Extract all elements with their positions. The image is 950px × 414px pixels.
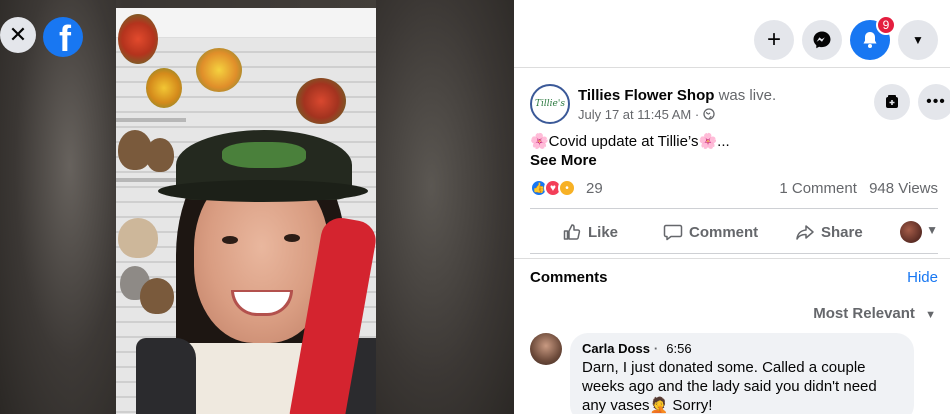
comments-title: Comments (530, 269, 608, 286)
comment-button[interactable]: Comment (663, 217, 758, 247)
save-icon (886, 95, 898, 108)
page-avatar[interactable]: Tillie's (530, 84, 570, 124)
post-stats: 1 Comment 948 Views (771, 180, 938, 197)
page-name[interactable]: Tillies Flower Shop (578, 87, 714, 104)
caret-down-icon: ▼ (912, 33, 924, 47)
post-header: Tillie's Tillies Flower Shop was live. J… (530, 84, 950, 128)
live-status: was live. (718, 87, 777, 104)
commenter-avatar[interactable] (530, 333, 562, 365)
messenger-icon (813, 31, 831, 49)
comments-section: Comments Hide Most Relevant ▼ Carla Doss… (514, 258, 950, 414)
presenter (136, 68, 376, 414)
post-text: 🌸Covid update at Tillie’s🌸... (530, 133, 730, 150)
messenger-button[interactable] (802, 20, 842, 60)
close-button[interactable]: ✕ (0, 17, 36, 53)
care-reaction-icon: • (558, 179, 576, 197)
top-bar: + 9 ▼ (514, 8, 950, 68)
close-icon: ✕ (8, 22, 28, 47)
presenter-cap-brim (158, 180, 368, 202)
like-label: Like (588, 223, 619, 241)
post-timestamp[interactable]: July 17 at 11:45 AM · (578, 107, 703, 122)
sort-label: Most Relevant (813, 305, 915, 322)
thumbs-up-icon (563, 224, 581, 240)
hide-comments-link[interactable]: Hide (907, 269, 938, 286)
view-count: 948 Views (869, 180, 938, 197)
save-post-button[interactable] (874, 84, 910, 120)
like-button[interactable]: Like (562, 217, 618, 247)
more-options-button[interactable]: ••• (918, 84, 950, 120)
reaction-count: 29 (586, 179, 603, 197)
video-blur-left (0, 0, 116, 414)
reactions-summary[interactable]: 👍 ♥ • 29 (530, 178, 603, 198)
share-button[interactable]: Share (795, 217, 863, 247)
page-avatar-text: Tillie's (535, 99, 565, 109)
video-player[interactable]: ✕ f (0, 0, 514, 414)
caret-down-icon: ▼ (925, 309, 936, 321)
notifications-badge: 9 (876, 15, 896, 35)
facebook-logo-icon[interactable]: f (43, 17, 83, 57)
cap-logo (222, 142, 306, 168)
video-frame[interactable] (116, 8, 376, 414)
create-button[interactable]: + (754, 20, 794, 60)
plus-icon: + (766, 26, 781, 53)
comment-meta: Carla Doss · 6:56 (582, 341, 692, 356)
presenter-eye (222, 236, 238, 244)
flowers-decoration (118, 14, 158, 64)
page-name-line: Tillies Flower Shop was live. (578, 87, 776, 104)
comment-time[interactable]: 6:56 (666, 341, 691, 356)
comment-label: Comment (689, 223, 759, 241)
video-blur-right (376, 0, 514, 414)
notifications-button[interactable]: 9 (850, 15, 896, 60)
presenter-eye (284, 234, 300, 242)
see-more-link[interactable]: See More (530, 152, 597, 169)
ellipsis-icon: ••• (926, 93, 946, 110)
presenter-cardigan (136, 338, 196, 414)
comment-bubble: Carla Doss · 6:56 Darn, I just donated som… (570, 333, 914, 414)
comment-text: Darn, I just donated some. Called a coup… (582, 359, 877, 414)
bell-icon (863, 32, 877, 48)
post-panel: + 9 ▼ Tillie's Tillies Flower Shop was l… (514, 0, 950, 414)
share-icon (796, 225, 814, 240)
share-label: Share (821, 223, 863, 241)
globe-icon (703, 108, 715, 120)
live-video-viewer: ✕ f + 9 ▼ Tillie's Tillies Flower Shop w… (0, 0, 950, 414)
post-action-bar: Like Comment Share ▼ (530, 208, 938, 254)
comment-count[interactable]: 1 Comment (779, 180, 857, 197)
comment-author[interactable]: Carla Doss (582, 341, 650, 356)
comment-icon (663, 224, 683, 241)
caret-down-icon[interactable]: ▼ (926, 223, 938, 237)
post-timestamp-line: July 17 at 11:45 AM · (578, 107, 715, 122)
viewer-avatar[interactable] (900, 221, 922, 243)
account-menu-button[interactable]: ▼ (898, 20, 938, 60)
comment-sort-dropdown[interactable]: Most Relevant ▼ (813, 305, 936, 322)
